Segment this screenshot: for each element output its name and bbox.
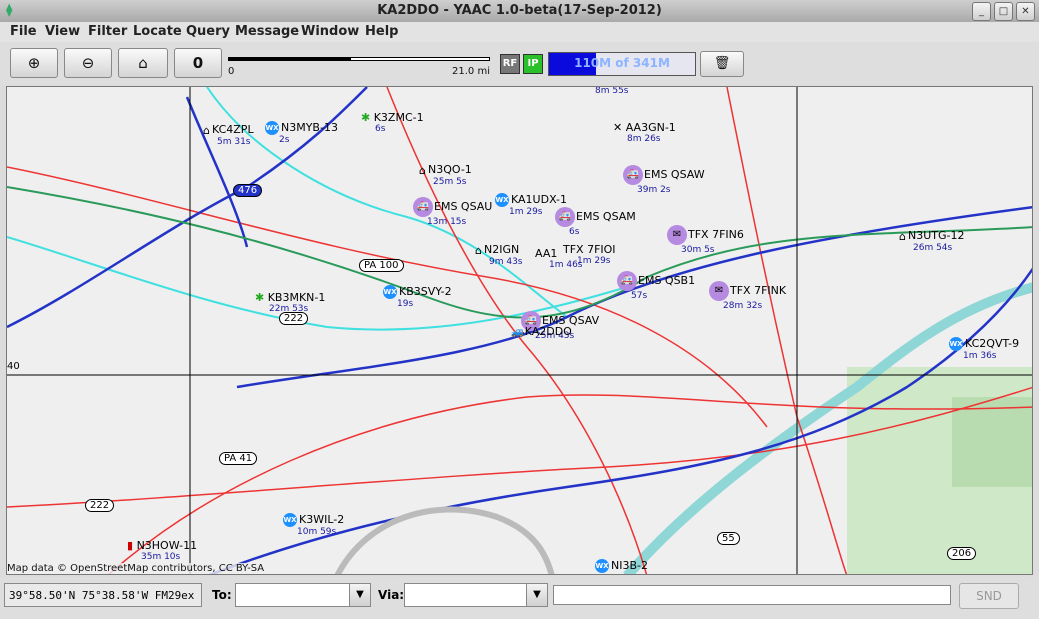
station-kb3mkn-1[interactable]: ✱ KB3MKN-1 22m 53s — [255, 291, 325, 314]
grid-label: 40 — [7, 361, 20, 372]
minimize-button[interactable]: _ — [972, 2, 991, 21]
car-icon: ▮ — [127, 539, 134, 552]
menu-message[interactable]: Message — [235, 24, 299, 39]
road-label-476: 476 — [233, 184, 263, 197]
ems-icon: ✉ — [709, 281, 729, 301]
title-bar: ⧫ KA2DDO - YAAC 1.0-beta(17-Sep-2012) _ … — [0, 0, 1039, 23]
status-bar: 39°58.50'N 75°38.58'W FM29ex To: ▼ Via: … — [0, 577, 1039, 619]
ems-icon: 🚑 — [623, 165, 643, 185]
toolbar: ⊕ ⊖ ⌂ 0 0 21.0 mi RF IP 110M of 341M 🗑 — [0, 42, 1039, 85]
wx-icon: WX — [949, 337, 963, 351]
menu-locate[interactable]: Locate — [133, 24, 182, 39]
wx-icon: WX — [265, 121, 279, 135]
wx-icon: WX — [595, 559, 609, 573]
road-label-pa100: PA 100 — [359, 259, 404, 272]
station-k3zmc-1[interactable]: ✱ K3ZMC-1 6s — [361, 111, 424, 134]
house-icon: ⌂ — [419, 163, 426, 177]
wx-icon: WX — [495, 193, 509, 207]
station-ems-qsb1[interactable]: 🚑 EMS QSB1 57s — [617, 271, 695, 301]
wx-icon: WX — [283, 513, 297, 527]
zoom-in-button[interactable]: ⊕ — [10, 48, 58, 78]
station-n3how-11[interactable]: ▮ N3HOW-11 35m 10s — [127, 539, 197, 562]
chevron-down-icon[interactable]: ▼ — [349, 584, 370, 606]
station-kc4zpl[interactable]: ⌂ KC4ZPL 5m 31s — [203, 123, 254, 147]
star-icon: ✱ — [361, 111, 371, 124]
message-input[interactable] — [553, 585, 951, 605]
zoom-in-icon: ⊕ — [27, 54, 41, 72]
home-button[interactable]: ⌂ — [118, 48, 168, 78]
road-label-206: 206 — [947, 547, 977, 560]
station-n2ign[interactable]: ⌂ N2IGN 9m 43s — [475, 243, 523, 267]
zoom-out-icon: ⊖ — [81, 54, 95, 72]
station-age: 8m 55s — [595, 86, 629, 96]
road-label-55: 55 — [717, 532, 740, 545]
menu-filter[interactable]: Filter — [88, 24, 127, 39]
ip-indicator[interactable]: IP — [523, 54, 543, 74]
x-icon: ✕ — [613, 121, 623, 134]
trash-icon: 🗑 — [713, 56, 731, 71]
menu-window[interactable]: Window — [301, 24, 359, 39]
scale-start: 0 — [228, 66, 235, 77]
memory-text: 110M of 341M — [574, 56, 670, 70]
memory-meter: 110M of 341M — [548, 52, 696, 76]
close-button[interactable]: ✕ — [1016, 2, 1035, 21]
station-kb3svy-2[interactable]: WX KB3SVY-2 19s — [383, 285, 452, 309]
car-icon: 🚙 — [511, 325, 525, 338]
station-tfx-7fin6[interactable]: ✉ TFX 7FIN6 30m 5s — [667, 225, 744, 255]
scale-end: 21.0 mi — [452, 66, 490, 77]
station-ems-qsaw[interactable]: 🚑 EMS QSAW 39m 2s — [623, 165, 705, 195]
station-kc2qvt-9[interactable]: WX KC2QVT-9 1m 36s — [949, 337, 1019, 361]
star-icon: ✱ — [255, 291, 265, 304]
chevron-down-icon[interactable]: ▼ — [526, 584, 547, 606]
map-attribution: Map data © OpenStreetMap contributors, C… — [7, 563, 265, 574]
map-view[interactable]: 40 PA 100 PA 41 222 222 476 55 206 8m 55… — [6, 86, 1033, 575]
station-n3myb-13[interactable]: WX N3MYB-13 2s — [265, 121, 338, 145]
station-aa3gn-1[interactable]: ✕ AA3GN-1 8m 26s — [613, 121, 676, 144]
coordinate-readout: 39°58.50'N 75°38.58'W FM29ex — [4, 583, 202, 607]
map-scale: 0 21.0 mi — [228, 54, 490, 77]
ems-icon: 🚑 — [617, 271, 637, 291]
station-ni3b-2[interactable]: WX NI3B-2 — [595, 559, 648, 573]
station-ems-qsau[interactable]: 🚑 EMS QSAU 13m 15s — [413, 197, 492, 227]
ems-icon: 🚑 — [413, 197, 433, 217]
wx-icon: WX — [383, 285, 397, 299]
center-button[interactable]: 0 — [174, 48, 222, 78]
home-icon: ⌂ — [138, 54, 148, 72]
to-combo[interactable]: ▼ — [235, 583, 371, 607]
menu-file[interactable]: File — [10, 24, 37, 39]
window-title: KA2DDO - YAAC 1.0-beta(17-Sep-2012) — [377, 3, 662, 18]
menu-view[interactable]: View — [45, 24, 80, 39]
menu-help[interactable]: Help — [365, 24, 398, 39]
menu-query[interactable]: Query — [186, 24, 230, 39]
to-label: To: — [212, 588, 232, 602]
ems-icon: 🚑 — [555, 207, 575, 227]
via-label: Via: — [378, 588, 405, 602]
station-n3qo-1[interactable]: ⌂ N3QO-1 25m 5s — [419, 163, 472, 187]
ems-icon: ✉ — [667, 225, 687, 245]
station-aa1[interactable]: AA1 1m 46s — [535, 247, 583, 270]
road-label-222: 222 — [85, 499, 115, 512]
house-icon: ⌂ — [899, 229, 906, 243]
station-n3utg-12[interactable]: ⌂ N3UTG-12 26m 54s — [899, 229, 964, 253]
station-ka2ddo[interactable]: 🚙KA2DDO — [511, 325, 572, 338]
via-combo[interactable]: ▼ — [404, 583, 548, 607]
menu-bar: File View Filter Locate Query Message Wi… — [0, 22, 1039, 42]
center-icon: 0 — [192, 54, 204, 72]
send-button[interactable]: SND — [959, 583, 1019, 609]
road-label-pa41: PA 41 — [219, 452, 258, 465]
station-tfx-7fink[interactable]: ✉ TFX 7FINK 28m 32s — [709, 281, 786, 311]
maximize-button[interactable]: □ — [994, 2, 1013, 21]
house-icon: ⌂ — [475, 243, 482, 257]
station-k3wil-2[interactable]: WX K3WIL-2 10m 59s — [283, 513, 344, 537]
garbage-collect-button[interactable]: 🗑 — [700, 51, 744, 77]
house-icon: ⌂ — [203, 123, 210, 137]
rf-indicator[interactable]: RF — [500, 54, 520, 74]
zoom-out-button[interactable]: ⊖ — [64, 48, 112, 78]
station-ems-qsam[interactable]: 🚑 EMS QSAM 6s — [555, 207, 636, 237]
